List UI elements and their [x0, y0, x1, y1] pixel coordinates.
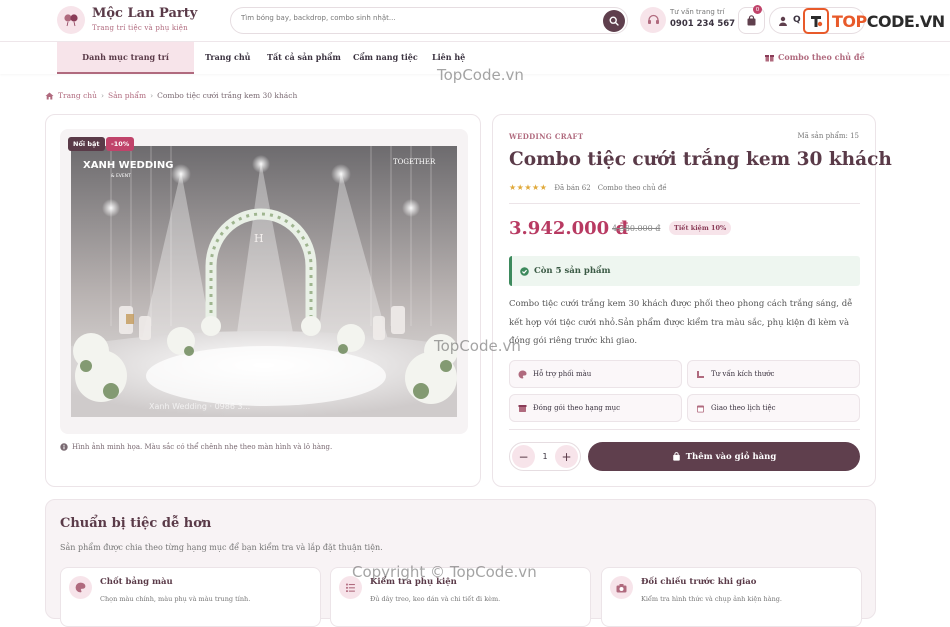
product-category-link[interactable]: Combo theo chủ đề — [598, 184, 667, 192]
featured-badge: Nổi bật — [68, 137, 105, 151]
photo-overlay-footer: Xanh Wedding · 0986 3... — [149, 402, 250, 411]
feature-packing: Đóng gói theo hạng mục — [509, 394, 682, 422]
account-initial: Q — [793, 15, 801, 25]
nav-link-party-guide[interactable]: Cẩm nang tiệc — [353, 52, 418, 62]
cart-count-badge: 0 — [753, 5, 762, 14]
site-header: Mộc Lan Party Trang trí tiệc và phụ kiện… — [0, 0, 950, 42]
watermark-text: TopCode.vn — [434, 337, 521, 355]
product-price: 3.942.000 đ — [509, 218, 629, 239]
breadcrumb-products[interactable]: Sản phẩm — [108, 91, 146, 100]
add-to-cart-label: Thêm vào giỏ hàng — [685, 451, 777, 462]
search-bar — [230, 7, 628, 34]
rating-stars: ★★★★★ — [509, 183, 548, 192]
palette-icon — [69, 576, 92, 599]
brand-tagline: Trang trí tiệc và phụ kiện — [92, 24, 188, 32]
product-photo[interactable]: H XANH WEDDING & EVENT TOGETHER Xanh Wed… — [71, 146, 457, 417]
prep-subtitle: Sản phẩm được chia theo từng hạng mục để… — [60, 543, 383, 552]
prep-step-desc: Chọn màu chính, màu phụ và màu trung tín… — [100, 595, 251, 603]
consult-label: Tư vấn trang trí — [670, 8, 725, 16]
product-title: Combo tiệc cưới trắng kem 30 khách — [509, 149, 892, 170]
breadcrumb-separator: › — [100, 91, 104, 100]
nav-link-all-products[interactable]: Tất cả sản phẩm — [267, 52, 341, 62]
photo-overlay-brand: XANH WEDDING — [83, 160, 173, 171]
quantity-increase-button[interactable]: + — [555, 445, 578, 468]
product-old-price: 4.380.000 đ — [612, 224, 661, 233]
breadcrumb-separator: › — [150, 91, 154, 100]
feature-size-advice: Tư vấn kích thước — [687, 360, 860, 388]
prep-step-title: Chốt bảng màu — [100, 577, 173, 587]
feature-label: Hỗ trợ phối màu — [533, 370, 592, 378]
ruler-icon — [697, 370, 704, 378]
prep-step-card: Chốt bảng màu Chọn màu chính, màu phụ và… — [60, 567, 321, 627]
box-icon — [518, 404, 527, 412]
topcode-logo-accent: TOP — [832, 11, 867, 31]
add-to-cart-button[interactable]: Thêm vào giỏ hàng — [588, 442, 860, 471]
topcode-logo-rest: CODE.VN — [866, 11, 945, 31]
gift-icon — [765, 54, 774, 61]
shopping-bag-icon — [672, 452, 680, 461]
calendar-icon — [697, 405, 704, 412]
product-brand[interactable]: WEDDING CRAFT — [509, 132, 583, 141]
watermark-text: Copyright © TopCode.vn — [352, 563, 537, 581]
topcode-watermark-logo: TOPCODE.VN — [803, 8, 945, 34]
quantity-decrease-button[interactable]: − — [512, 445, 535, 468]
home-icon — [45, 92, 54, 99]
divider — [509, 429, 860, 430]
product-meta: ★★★★★ Đã bán 62 Combo theo chủ đề — [509, 183, 667, 192]
feature-label: Giao theo lịch tiệc — [711, 404, 776, 412]
prep-step-desc: Đủ dây treo, keo dán và chi tiết đi kèm. — [370, 595, 501, 603]
consult-phone[interactable]: 0901 234 567 — [670, 19, 735, 29]
palette-icon — [518, 370, 527, 378]
brand-name[interactable]: Mộc Lan Party — [92, 6, 197, 21]
shopping-bag-icon — [747, 15, 756, 26]
divider — [509, 203, 860, 204]
stock-text: Còn 5 sản phẩm — [534, 266, 611, 276]
theme-combo-label: Combo theo chủ đề — [778, 52, 865, 62]
party-balloon-icon[interactable] — [57, 6, 85, 34]
sold-count: Đã bán 62 — [554, 183, 591, 192]
party-prep-section: Chuẩn bị tiệc dễ hơn Sản phẩm được chia … — [45, 499, 876, 627]
feature-delivery-schedule: Giao theo lịch tiệc — [687, 394, 860, 422]
nav-link-theme-combo[interactable]: Combo theo chủ đề — [765, 52, 865, 62]
feature-label: Tư vấn kích thước — [711, 370, 775, 378]
nav-link-contact[interactable]: Liên hệ — [432, 52, 465, 62]
prep-step-card: Đối chiếu trước khi giao Kiểm tra hình t… — [601, 567, 862, 627]
photo-overlay-together: TOGETHER — [393, 158, 436, 166]
prep-step-title: Đối chiếu trước khi giao — [641, 577, 757, 587]
category-menu-button[interactable]: Danh mục trang trí — [57, 42, 194, 74]
headset-icon[interactable] — [640, 7, 666, 33]
user-icon — [779, 16, 787, 26]
image-note-text: Hình ảnh minh họa. Màu sắc có thể chênh … — [72, 443, 333, 451]
camera-icon — [610, 576, 633, 599]
info-icon — [60, 443, 68, 451]
feature-label: Đóng gói theo hạng mục — [533, 404, 621, 412]
search-input[interactable] — [241, 14, 591, 22]
product-sku: Mã sản phẩm: 15 — [797, 132, 859, 140]
breadcrumb: Trang chủ › Sản phẩm › Combo tiệc cưới t… — [45, 91, 297, 100]
image-note: Hình ảnh minh họa. Màu sắc có thể chênh … — [60, 443, 332, 451]
gallery-card: H XANH WEDDING & EVENT TOGETHER Xanh Wed… — [45, 114, 481, 487]
nav-link-home[interactable]: Trang chủ — [205, 52, 250, 62]
topcode-logo-icon — [803, 8, 829, 34]
check-circle-icon — [520, 266, 529, 276]
breadcrumb-home[interactable]: Trang chủ — [58, 91, 97, 100]
stock-status: Còn 5 sản phẩm — [509, 256, 860, 286]
quantity-value[interactable]: 1 — [542, 452, 547, 461]
discount-badge: -10% — [106, 137, 135, 151]
feature-color-support: Hỗ trợ phối màu — [509, 360, 682, 388]
product-image-frame: H XANH WEDDING & EVENT TOGETHER Xanh Wed… — [60, 129, 468, 434]
watermark-text: TopCode.vn — [437, 66, 524, 84]
quantity-stepper: − 1 + — [509, 442, 581, 471]
search-button[interactable] — [603, 10, 625, 32]
prep-title: Chuẩn bị tiệc dễ hơn — [60, 516, 212, 531]
photo-overlay-brand-sub: & EVENT — [111, 173, 131, 179]
svg-text:H: H — [254, 232, 264, 245]
prep-step-desc: Kiểm tra hình thức và chụp ảnh kiện hàng… — [641, 595, 782, 603]
product-info-card: WEDDING CRAFT Mã sản phẩm: 15 Combo tiệc… — [492, 114, 892, 487]
search-icon — [609, 16, 619, 26]
save-badge: Tiết kiệm 10% — [669, 221, 732, 235]
breadcrumb-current: Combo tiệc cưới trắng kem 30 khách — [157, 91, 298, 100]
product-description: Combo tiệc cưới trắng kem 30 khách được … — [509, 299, 853, 346]
